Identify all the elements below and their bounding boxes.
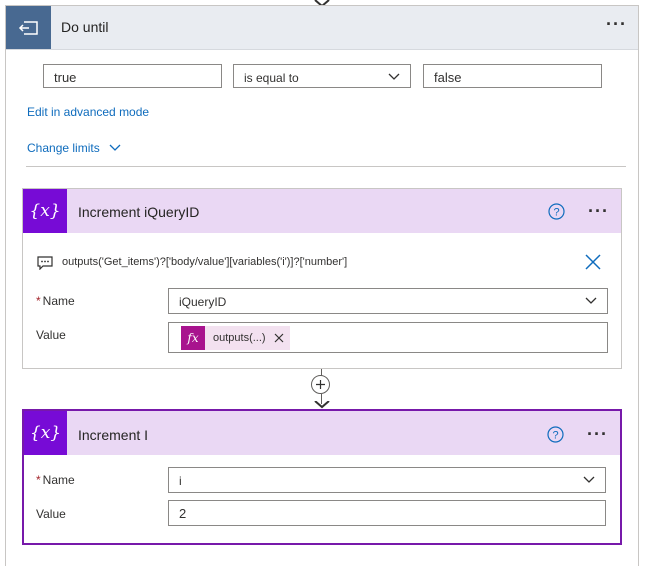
name-select-value: i xyxy=(179,474,182,488)
close-icon[interactable] xyxy=(585,254,601,270)
plus-icon xyxy=(316,380,325,389)
loop-icon xyxy=(6,6,51,49)
do-until-header[interactable]: Do until ··· xyxy=(6,6,638,50)
edit-advanced-mode-link[interactable]: Edit in advanced mode xyxy=(27,105,149,119)
more-options-icon[interactable]: ··· xyxy=(606,15,627,33)
do-until-title: Do until xyxy=(61,19,109,35)
name-label: * Name xyxy=(36,294,75,308)
name-select[interactable]: iQueryID xyxy=(168,288,608,314)
increment-iqueryid-title: Increment iQueryID xyxy=(78,204,200,220)
condition-operator-select[interactable]: is equal to xyxy=(233,64,411,88)
change-limits-label: Change limits xyxy=(27,141,100,155)
increment-iqueryid-header[interactable]: {x} Increment iQueryID ? ··· xyxy=(23,189,621,233)
name-label-text: Name xyxy=(42,473,75,487)
divider xyxy=(26,166,626,167)
expression-token[interactable]: fx outputs(...) xyxy=(181,326,290,350)
svg-text:?: ? xyxy=(552,430,558,442)
variable-icon: {x} xyxy=(24,411,67,455)
chevron-down-icon xyxy=(388,73,400,80)
chevron-down-icon xyxy=(109,144,121,151)
more-options-icon[interactable]: ··· xyxy=(587,425,608,443)
required-marker: * xyxy=(36,294,41,308)
variable-glyph: {x} xyxy=(29,423,62,443)
value-input[interactable]: 2 xyxy=(168,500,606,526)
value-label: Value xyxy=(36,328,66,342)
fx-icon: fx xyxy=(181,326,205,350)
increment-iqueryid-card[interactable]: {x} Increment iQueryID ? ··· outputs('Ge… xyxy=(22,188,622,369)
increment-i-header[interactable]: {x} Increment I ? ··· xyxy=(24,411,620,455)
change-limits-link[interactable]: Change limits xyxy=(27,141,121,155)
name-select[interactable]: i xyxy=(168,467,606,493)
expression-token-text: outputs(...) xyxy=(213,332,266,344)
chevron-down-icon xyxy=(583,476,595,483)
svg-text:?: ? xyxy=(553,207,559,219)
condition-left-field[interactable]: true xyxy=(43,64,222,88)
more-options-icon[interactable]: ··· xyxy=(588,202,609,220)
remove-token-icon[interactable] xyxy=(274,333,284,343)
increment-i-card[interactable]: {x} Increment I ? ··· * Name i Value 2 xyxy=(22,409,622,545)
required-marker: * xyxy=(36,473,41,487)
help-icon[interactable]: ? xyxy=(548,203,565,220)
condition-operator-label: is equal to xyxy=(244,71,299,85)
comment-icon xyxy=(37,256,53,270)
name-label-text: Name xyxy=(42,294,75,308)
expression-text: outputs('Get_items')?['body/value'][vari… xyxy=(62,256,348,268)
condition-right-field[interactable]: false xyxy=(423,64,602,88)
connector-arrow-icon xyxy=(314,401,330,409)
add-step-button[interactable] xyxy=(311,375,330,394)
value-label: Value xyxy=(36,507,66,521)
name-select-value: iQueryID xyxy=(179,295,227,309)
variable-glyph: {x} xyxy=(29,201,61,221)
chevron-down-icon xyxy=(585,297,597,304)
variable-icon: {x} xyxy=(23,189,67,233)
help-icon[interactable]: ? xyxy=(547,426,564,443)
increment-i-title: Increment I xyxy=(78,427,149,443)
name-label: * Name xyxy=(36,473,75,487)
value-field[interactable]: fx outputs(...) xyxy=(168,322,608,353)
